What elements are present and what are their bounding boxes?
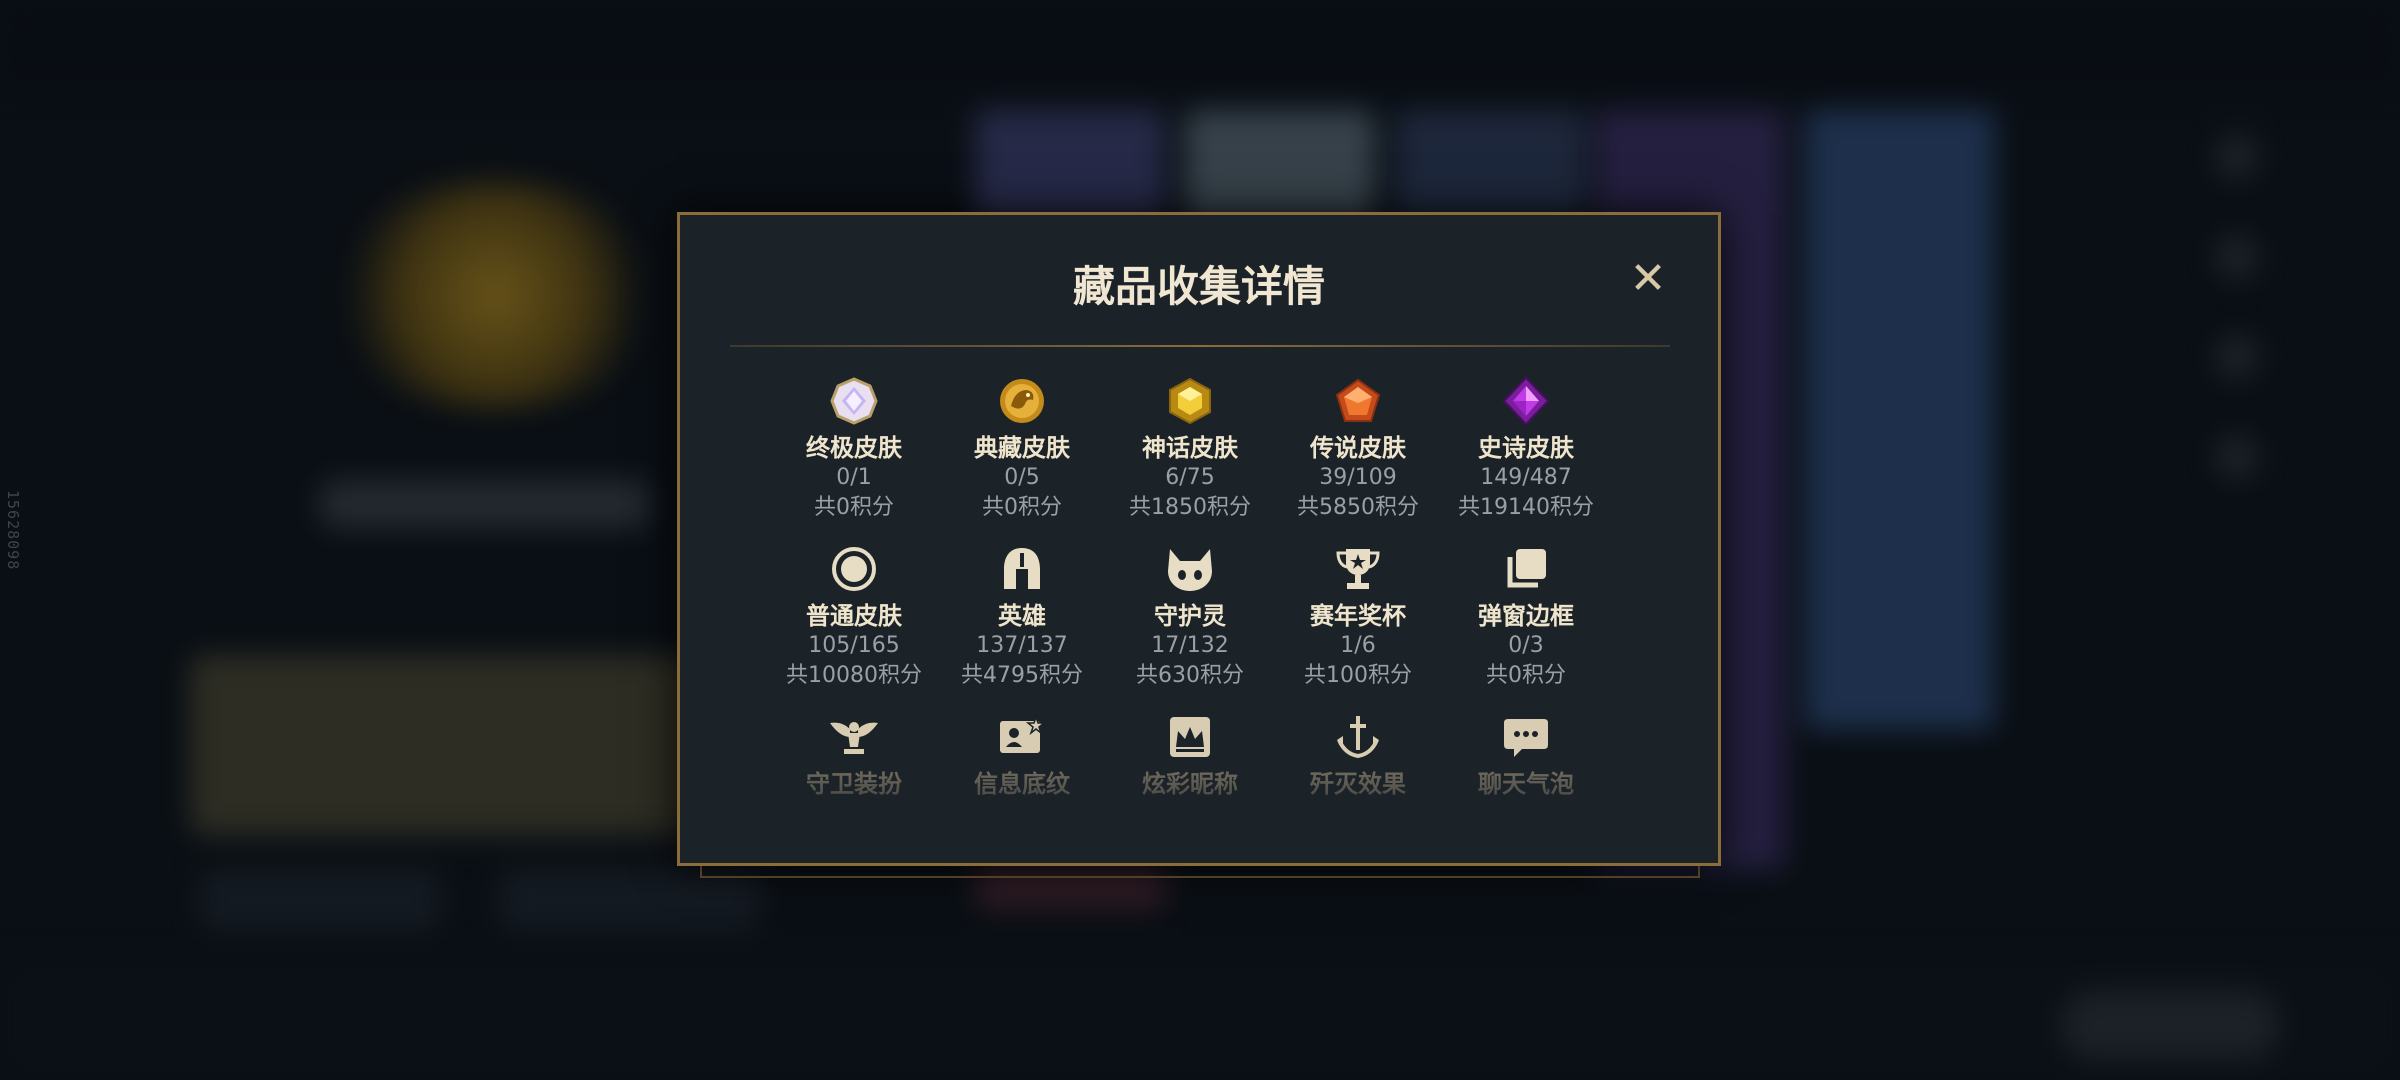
bg-emblem (330, 180, 660, 410)
collection-item-normal-skins[interactable]: 普通皮肤 105/165 共10080积分 (770, 543, 938, 691)
dragon-coin-icon (996, 375, 1048, 427)
item-name: 终极皮肤 (806, 434, 902, 462)
helmet-icon (996, 543, 1048, 595)
item-count: 17/132 (1151, 633, 1229, 658)
legendary-gem-icon (1332, 375, 1384, 427)
close-icon[interactable]: ✕ (1626, 257, 1670, 301)
item-points: 共10080积分 (786, 663, 922, 688)
ultimate-gem-icon (828, 375, 880, 427)
title-divider (730, 345, 1670, 347)
anchor-sword-icon (1332, 711, 1384, 763)
item-name: 赛年奖杯 (1310, 602, 1406, 630)
item-points: 共0积分 (814, 495, 894, 520)
item-points: 共1850积分 (1129, 495, 1251, 520)
item-count: 0/1 (836, 465, 872, 490)
item-name: 守护灵 (1154, 602, 1226, 630)
item-points: 共5850积分 (1297, 495, 1419, 520)
item-count: 39/109 (1319, 465, 1397, 490)
collection-item-ultimate-skins[interactable]: 终极皮肤 0/1 共0积分 (770, 375, 938, 523)
bg-bottom-button (2060, 990, 2280, 1060)
item-name: 聊天气泡 (1478, 770, 1574, 798)
item-count: 0/5 (1004, 465, 1040, 490)
collection-item-profile-backgrounds[interactable]: 信息底纹 (938, 711, 1106, 799)
item-name: 普通皮肤 (806, 602, 902, 630)
item-count: 6/75 (1165, 465, 1215, 490)
collection-item-heroes[interactable]: 英雄 137/137 共4795积分 (938, 543, 1106, 691)
bg-card (190, 655, 730, 835)
collection-item-guardians[interactable]: 守护灵 17/132 共630积分 (1106, 543, 1274, 691)
collection-item-guard-outfits[interactable]: 守卫装扮 (770, 711, 938, 799)
bg-skin-card (1805, 110, 1995, 730)
trophy-icon (1332, 543, 1384, 595)
item-points: 共19140积分 (1458, 495, 1594, 520)
collection-item-annihilation-effects[interactable]: 歼灭效果 (1274, 711, 1442, 799)
item-points: 共0积分 (1486, 663, 1566, 688)
ring-icon (828, 543, 880, 595)
item-name: 英雄 (998, 602, 1046, 630)
item-points: 共630积分 (1136, 663, 1244, 688)
item-name: 信息底纹 (974, 770, 1070, 798)
bg-top-bar (0, 0, 2400, 90)
crown-card-icon (1164, 711, 1216, 763)
collection-item-mythic-skins[interactable]: 神话皮肤 6/75 共1850积分 (1106, 375, 1274, 523)
item-points: 共4795积分 (961, 663, 1083, 688)
item-points: 共100积分 (1304, 663, 1412, 688)
item-count: 1/6 (1340, 633, 1376, 658)
collection-grid: 终极皮肤 0/1 共0积分 典藏皮肤 0/5 共0积分 神话皮肤 6/75 共1… (770, 375, 1610, 799)
collection-item-season-trophies[interactable]: 赛年奖杯 1/6 共100积分 (1274, 543, 1442, 691)
guardian-face-icon (1164, 543, 1216, 595)
bg-side-icon (2215, 135, 2259, 179)
item-name: 神话皮肤 (1142, 434, 1238, 462)
item-name: 炫彩昵称 (1142, 770, 1238, 798)
item-count: 105/165 (808, 633, 900, 658)
bg-name-bar (320, 480, 650, 528)
collection-item-treasure-skins[interactable]: 典藏皮肤 0/5 共0积分 (938, 375, 1106, 523)
collection-item-colorful-nicknames[interactable]: 炫彩昵称 (1106, 711, 1274, 799)
item-name: 弹窗边框 (1478, 602, 1574, 630)
collection-details-dialog: 藏品收集详情 ✕ 终极皮肤 0/1 共0积分 典藏皮肤 0/5 共0积分 神话皮… (677, 212, 1721, 866)
item-points: 共0积分 (982, 495, 1062, 520)
collection-item-popup-frames[interactable]: 弹窗边框 0/3 共0积分 (1442, 543, 1610, 691)
collection-item-legendary-skins[interactable]: 传说皮肤 39/109 共5850积分 (1274, 375, 1442, 523)
epic-gem-icon (1500, 375, 1552, 427)
item-name: 守卫装扮 (806, 770, 902, 798)
mythic-gem-icon (1164, 375, 1216, 427)
bg-bottom-bar (0, 960, 2400, 1080)
id-card-icon (996, 711, 1048, 763)
side-id-label: 15628098 (4, 490, 22, 571)
collection-item-epic-skins[interactable]: 史诗皮肤 149/487 共19140积分 (1442, 375, 1610, 523)
item-name: 史诗皮肤 (1478, 434, 1574, 462)
item-name: 传说皮肤 (1310, 434, 1406, 462)
bg-side-icon (2215, 335, 2259, 379)
collection-item-chat-bubbles[interactable]: 聊天气泡 (1442, 711, 1610, 799)
bg-button (500, 870, 760, 930)
bg-side-icon (2215, 235, 2259, 279)
winged-guardian-icon (828, 711, 880, 763)
dialog-title: 藏品收集详情 (1072, 262, 1325, 311)
frames-icon (1500, 543, 1552, 595)
item-count: 137/137 (976, 633, 1068, 658)
bg-side-icon (2215, 435, 2259, 479)
item-name: 歼灭效果 (1310, 770, 1406, 798)
chat-bubble-icon (1500, 711, 1552, 763)
item-count: 149/487 (1480, 465, 1572, 490)
item-name: 典藏皮肤 (974, 434, 1070, 462)
bg-button (200, 870, 440, 930)
item-count: 0/3 (1508, 633, 1544, 658)
